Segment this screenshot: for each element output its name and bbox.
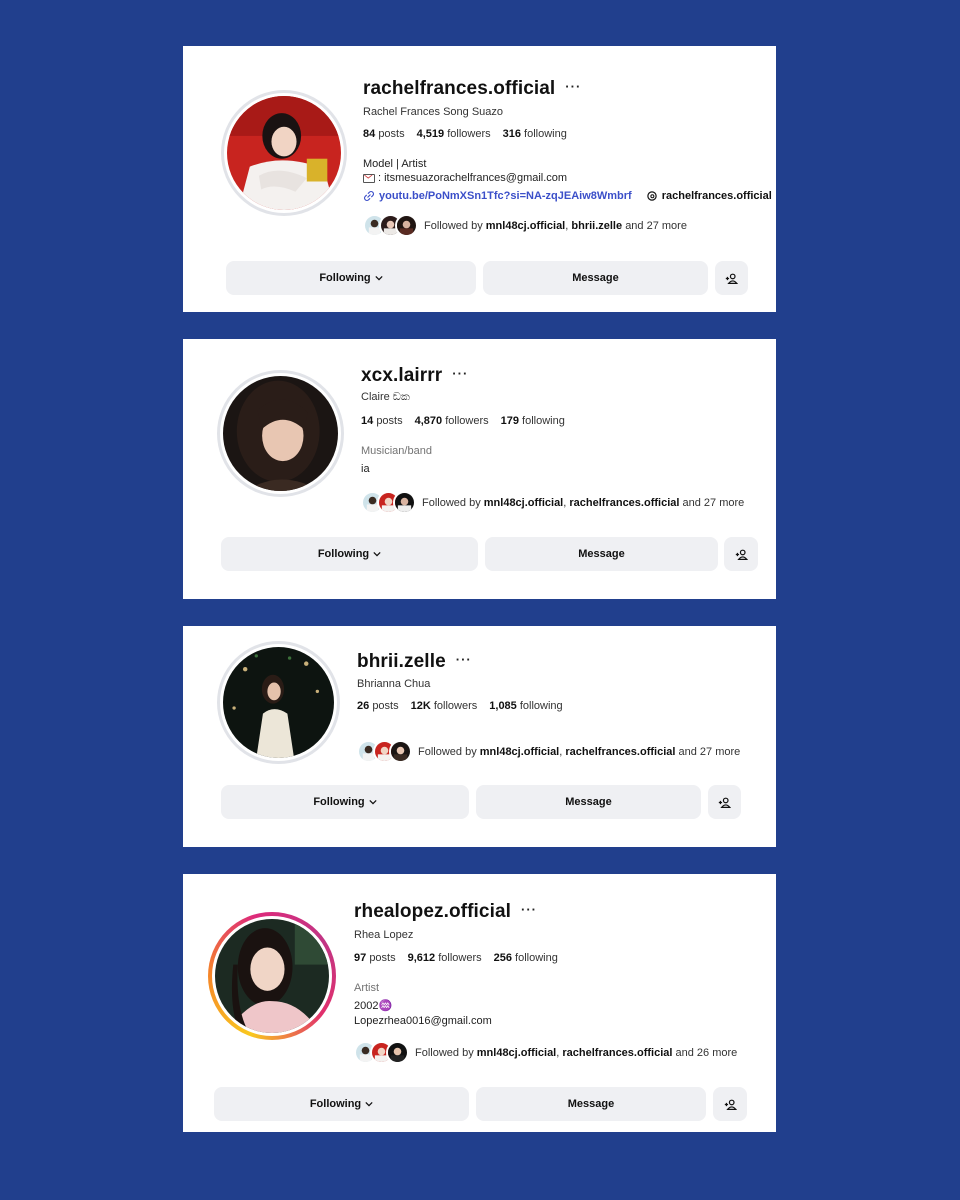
mutual-avatars [363,214,418,237]
avatar-ring[interactable] [221,90,347,216]
posts-count[interactable]: 84 posts [363,128,405,140]
mutual-avatars [354,1041,409,1064]
suggest-people-button[interactable] [713,1087,747,1121]
avatar-ring[interactable] [217,641,340,764]
more-options-icon[interactable]: ··· [565,80,581,99]
mutual-avatar [395,214,418,237]
threads-link[interactable]: rachelfrances.official [646,190,772,202]
profile-card-rhealopez: rhealopez.official ··· Rhea Lopez 97 pos… [183,874,776,1132]
avatar [223,647,334,758]
profile-card-rachelfrances: rachelfrances.official ··· Rachel France… [183,46,776,312]
followers-count[interactable]: 4,519 followers [417,128,491,140]
username: rhealopez.official [354,901,512,922]
full-name: Claire ඞක [361,391,410,403]
following-count[interactable]: 316 following [503,128,567,140]
category-label: Model | Artist [363,158,427,170]
full-name: Rachel Frances Song Suazo [363,106,504,118]
followers-count[interactable]: 4,870 followers [415,415,489,427]
following-button[interactable]: Following [214,1087,469,1121]
following-button[interactable]: Following [221,785,469,819]
posts-count[interactable]: 97 posts [354,952,396,964]
chevron-down-icon [369,798,377,806]
category-label: Musician/band [361,445,432,457]
following-count[interactable]: 179 following [501,415,565,427]
posts-count[interactable]: 26 posts [357,700,399,712]
full-name: Bhrianna Chua [357,678,431,690]
mutual-avatars [357,740,412,763]
following-count[interactable]: 256 following [494,952,558,964]
username: bhrii.zelle [357,651,446,672]
profile-stats: 26 posts 12K followers 1,085 following [357,700,563,712]
mutual-avatar [386,1041,409,1064]
followed-by[interactable]: Followed by mnl48cj.official, rachelfran… [361,491,744,514]
link-icon [364,191,374,201]
message-button[interactable]: Message [483,261,708,295]
username: rachelfrances.official [363,78,556,99]
more-options-icon[interactable]: ··· [456,653,472,672]
threads-icon [647,191,657,201]
message-button[interactable]: Message [485,537,718,571]
following-count[interactable]: 1,085 following [489,700,562,712]
followers-count[interactable]: 12K followers [411,700,478,712]
avatar-story-ring[interactable] [208,912,336,1040]
suggest-people-button[interactable] [715,261,748,295]
profile-card-xcx-lairrr: xcx.lairrr ··· Claire ඞක 14 posts 4,870 … [183,339,776,599]
followed-by[interactable]: Followed by mnl48cj.official, rachelfran… [357,740,740,763]
followed-by[interactable]: Followed by mnl48cj.official, bhrii.zell… [363,214,687,237]
chevron-down-icon [375,274,383,282]
mutual-avatar [389,740,412,763]
avatar [227,96,341,210]
profile-stats: 14 posts 4,870 followers 179 following [361,415,565,427]
profile-card-bhrii-zelle: bhrii.zelle ··· Bhrianna Chua 26 posts 1… [183,626,776,847]
more-options-icon[interactable]: ··· [521,903,537,922]
username: xcx.lairrr [361,365,443,386]
followed-by[interactable]: Followed by mnl48cj.official, rachelfran… [354,1041,737,1064]
chevron-down-icon [373,550,381,558]
avatar [223,376,338,491]
add-person-icon [735,549,748,560]
suggest-people-button[interactable] [708,785,741,819]
bio-text: ia [361,463,370,475]
add-person-icon [725,273,738,284]
followers-count[interactable]: 9,612 followers [408,952,482,964]
profile-stats: 84 posts 4,519 followers 316 following [363,128,567,140]
following-button[interactable]: Following [226,261,476,295]
suggest-people-button[interactable] [724,537,758,571]
category-label: Artist [354,982,380,994]
posts-count[interactable]: 14 posts [361,415,403,427]
email-line: : itsmesuazorachelfrances@gmail.com [363,171,567,185]
envelope-icon [363,173,375,183]
avatar [215,919,329,1033]
message-button[interactable]: Message [476,1087,706,1121]
chevron-down-icon [365,1100,373,1108]
message-button[interactable]: Message [476,785,701,819]
mutual-avatars [361,491,416,514]
avatar-ring[interactable] [217,370,344,497]
bio-line: 2002♒ [354,1000,393,1012]
mutual-avatar [393,491,416,514]
bio-email: Lopezrhea0016@gmail.com [354,1015,492,1027]
full-name: Rhea Lopez [354,929,414,941]
profile-stats: 97 posts 9,612 followers 256 following [354,952,558,964]
following-button[interactable]: Following [221,537,478,571]
add-person-icon [724,1099,737,1110]
external-link[interactable]: youtu.be/PoNmXSn1Tfc?si=NA-zqJEAiw8Wmbrf [363,190,632,202]
add-person-icon [718,797,731,808]
more-options-icon[interactable]: ··· [452,367,468,386]
